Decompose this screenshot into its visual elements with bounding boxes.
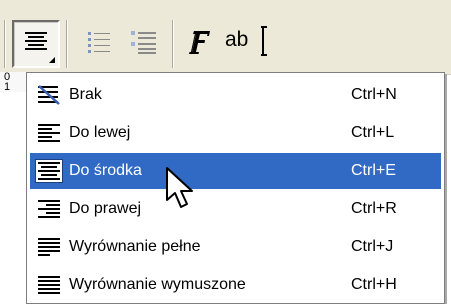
align-right-icon [35,197,63,221]
app-window: ab 0 1 Brak Ctrl+N Do lewej Ctrl+L Do śr… [0,0,451,304]
toolbar-separator [4,20,6,68]
toolbar-separator [66,20,68,68]
menu-item-label: Wyrównanie pełne [69,238,201,255]
alignment-menu: Brak Ctrl+N Do lewej Ctrl+L Do środka Ct… [26,72,445,304]
menu-item-wyrownanie-wymuszone[interactable]: Wyrównanie wymuszone Ctrl+H [30,267,441,303]
menu-item-shortcut: Ctrl+R [351,200,397,217]
menu-item-label: Do środka [69,162,142,179]
align-justify-icon [35,235,63,259]
text-cursor-icon [261,26,267,56]
align-center-icon [35,159,63,183]
align-center-icon [24,30,48,59]
bulleted-list-icon [86,28,114,61]
menu-item-label: Brak [69,86,102,103]
numbering-button[interactable] [122,20,166,68]
font-button[interactable] [180,20,218,68]
numbered-list-icon [129,28,159,61]
text-field-sample[interactable]: ab [225,28,248,52]
menu-item-shortcut: Ctrl+N [351,86,397,103]
menu-item-label: Wyrównanie wymuszone [69,276,246,293]
bullets-button[interactable] [80,20,120,68]
font-f-icon [186,28,212,61]
ruler: 0 1 [0,72,28,92]
align-left-icon [35,121,63,145]
dropdown-arrow-icon [49,57,55,63]
formatting-toolbar: ab [0,0,451,75]
menu-item-shortcut: Ctrl+E [351,162,396,179]
menu-item-brak[interactable]: Brak Ctrl+N [30,77,441,113]
alignment-dropdown-button[interactable] [12,20,60,68]
toolbar-separator [172,20,174,68]
menu-item-do-prawej[interactable]: Do prawej Ctrl+R [30,191,441,227]
menu-item-label: Do lewej [69,124,131,141]
ruler-digit: 1 [4,81,11,93]
menu-item-wyrownanie-pelne[interactable]: Wyrównanie pełne Ctrl+J [30,229,441,265]
menu-item-shortcut: Ctrl+L [351,124,395,141]
menu-item-do-lewej[interactable]: Do lewej Ctrl+L [30,115,441,151]
menu-item-shortcut: Ctrl+H [351,276,397,293]
align-none-icon [35,83,63,107]
align-force-justify-icon [35,273,63,297]
menu-item-do-srodka[interactable]: Do środka Ctrl+E [30,153,441,189]
menu-item-label: Do prawej [69,200,142,217]
menu-item-shortcut: Ctrl+J [351,238,394,255]
